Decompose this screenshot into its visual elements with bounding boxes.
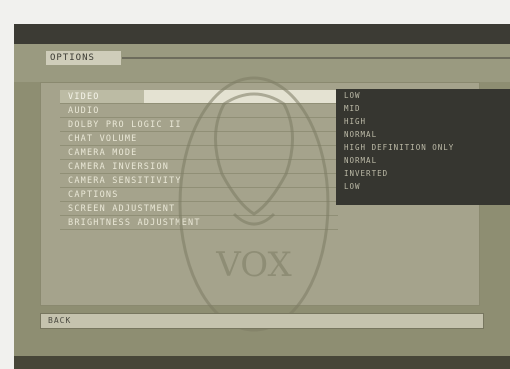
video-submenu: LOW MID HIGH NORMAL HIGH DEFINITION ONLY…: [336, 89, 510, 205]
title-divider: [122, 57, 510, 59]
status-bar: BACK: [40, 313, 484, 329]
submenu-item[interactable]: HIGH DEFINITION ONLY: [336, 141, 510, 154]
options-menu: VIDEO AUDIO DOLBY PRO LOGIC II CHAT VOLU…: [60, 90, 338, 230]
menu-item-brightness-adjustment[interactable]: BRIGHTNESS ADJUSTMENT: [60, 216, 338, 230]
submenu-item[interactable]: LOW: [336, 180, 510, 193]
menu-item-camera-inversion[interactable]: CAMERA INVERSION: [60, 160, 338, 174]
submenu-item[interactable]: NORMAL: [336, 154, 510, 167]
submenu-item[interactable]: LOW: [336, 89, 510, 102]
submenu-item[interactable]: HIGH: [336, 115, 510, 128]
submenu-item[interactable]: MID: [336, 102, 510, 115]
bottom-letterbox: [14, 356, 510, 369]
options-panel: VIDEO AUDIO DOLBY PRO LOGIC II CHAT VOLU…: [40, 82, 510, 306]
game-screen: OPTIONS VIDEO AUDIO DOLBY PRO LOGIC II C…: [14, 24, 510, 369]
submenu-item[interactable]: NORMAL: [336, 128, 510, 141]
menu-item-camera-sensitivity[interactable]: CAMERA SENSITIVITY: [60, 174, 338, 188]
menu-item-video[interactable]: VIDEO: [60, 90, 338, 104]
menu-item-dolby[interactable]: DOLBY PRO LOGIC II: [60, 118, 338, 132]
back-label[interactable]: BACK: [48, 313, 71, 329]
page-title: OPTIONS: [46, 51, 121, 65]
menu-item-camera-mode[interactable]: CAMERA MODE: [60, 146, 338, 160]
menu-item-captions[interactable]: CAPTIONS: [60, 188, 338, 202]
menu-item-screen-adjustment[interactable]: SCREEN ADJUSTMENT: [60, 202, 338, 216]
menu-item-chat-volume[interactable]: CHAT VOLUME: [60, 132, 338, 146]
top-letterbox: [14, 24, 510, 44]
menu-item-audio[interactable]: AUDIO: [60, 104, 338, 118]
submenu-item[interactable]: INVERTED: [336, 167, 510, 180]
